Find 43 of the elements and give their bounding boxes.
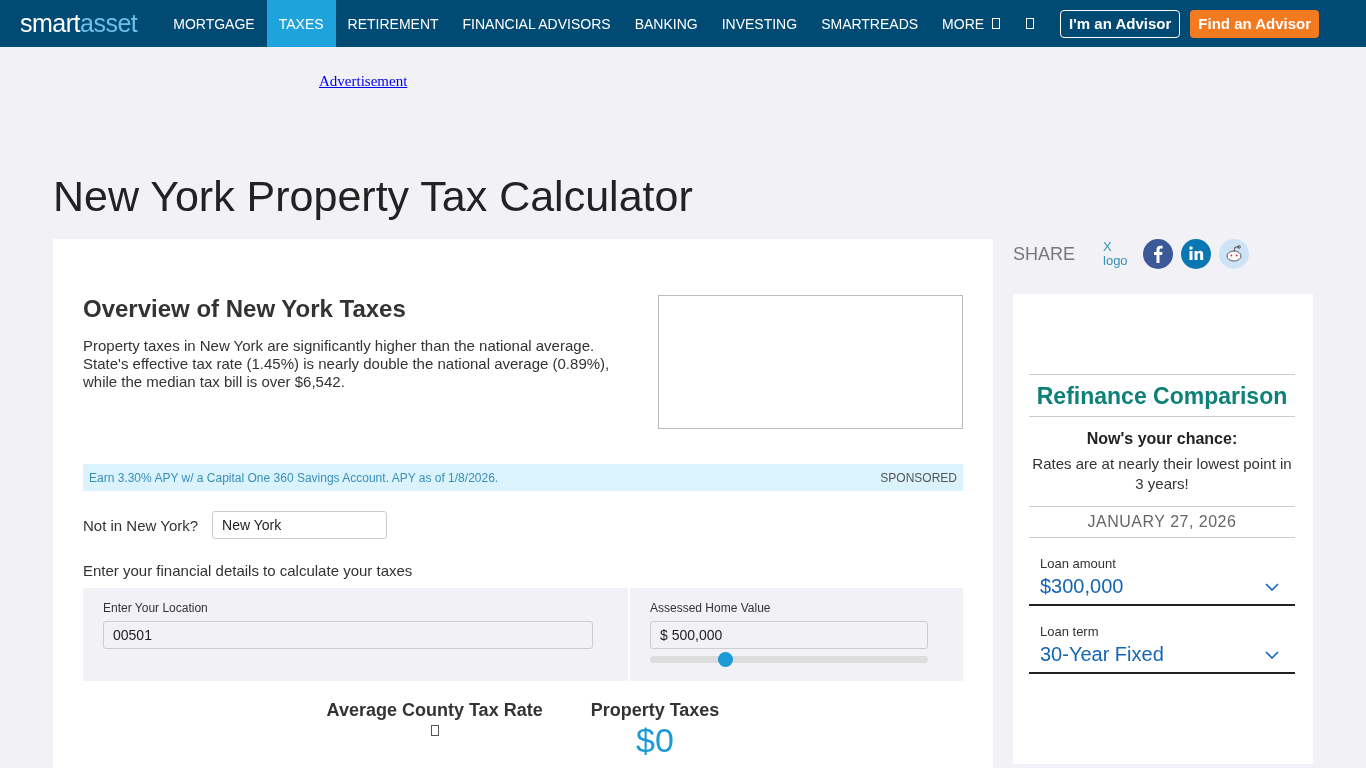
result-label: Property Taxes xyxy=(590,700,720,721)
result-value: $0 xyxy=(636,725,674,755)
page-title: New York Property Tax Calculator xyxy=(53,172,694,221)
chevron-down-icon xyxy=(1265,582,1279,591)
home-value-label: Assessed Home Value xyxy=(650,601,772,615)
sponsored-text: Earn 3.30% APY w/ a Capital One 360 Savings Account. APY as of 1/8/2026. xyxy=(89,470,499,485)
overview-heading: Overview of New York Taxes xyxy=(83,295,407,323)
nav-item[interactable]: INVESTING xyxy=(709,0,810,47)
rate-date: JANUARY 27, 2026 xyxy=(1029,506,1295,538)
nav-item[interactable]: MORTGAGE xyxy=(161,0,267,47)
nav-item[interactable]: BANKING xyxy=(622,0,710,47)
reddit-icon[interactable] xyxy=(1219,239,1249,269)
refinance-title: Refinance Comparison xyxy=(1029,374,1295,417)
home-value-field[interactable]: $ 500,000 xyxy=(650,621,928,649)
field-label: Loan amount xyxy=(1039,556,1117,571)
loan-select[interactable]: 30-Year Fixed xyxy=(1029,639,1295,674)
share-label: SHARE xyxy=(1013,243,1075,265)
instructions-text: Enter your financial details to calculate your taxes xyxy=(83,562,414,579)
smartasset-logo[interactable]: smartasset xyxy=(20,0,138,47)
glyph-placeholder-icon xyxy=(430,725,439,736)
state-label: Not in New York? xyxy=(83,516,199,534)
field-label: Loan term xyxy=(1039,624,1100,639)
advertisement-link[interactable]: Advertisement xyxy=(319,73,408,89)
refinance-text: Rates are at nearly their lowest point in 3 years! xyxy=(1031,454,1293,494)
nav-item[interactable]: RETIREMENT xyxy=(335,0,451,47)
loan-select[interactable]: $300,000 xyxy=(1029,571,1295,606)
result-label: Average County Tax Rate xyxy=(326,700,543,721)
sponsored-banner[interactable]: Earn 3.30% APY w/ a Capital One 360 Savings Account. APY as of 1/8/2026. SPONSORED xyxy=(83,464,963,491)
glyph-placeholder-icon xyxy=(992,18,1001,29)
linkedin-icon[interactable] xyxy=(1181,239,1211,269)
nav-item[interactable]: SMARTREADS xyxy=(809,0,931,47)
advisor-button[interactable]: I'm an Advisor xyxy=(1060,9,1181,38)
facebook-icon[interactable] xyxy=(1143,239,1173,269)
overview-text: Property taxes in New York are significantly higher than the national average. State's effective tax rate (1.45%) is nearly double the national average (0.89%), while the median tax bill is over $6,542. xyxy=(83,337,611,391)
chevron-down-icon xyxy=(1265,650,1279,659)
sponsored-tag: SPONSORED xyxy=(880,470,957,485)
nav-item[interactable]: FINANCIAL ADVISORS xyxy=(450,0,623,47)
location-label: Enter Your Location xyxy=(103,601,209,615)
slider-thumb[interactable] xyxy=(718,652,734,667)
refinance-headline: Now's your chance: xyxy=(1085,430,1239,448)
location-field[interactable]: 00501 xyxy=(103,621,593,649)
state-field[interactable]: New York xyxy=(212,511,388,539)
nav-item[interactable]: MORE xyxy=(930,0,1013,47)
